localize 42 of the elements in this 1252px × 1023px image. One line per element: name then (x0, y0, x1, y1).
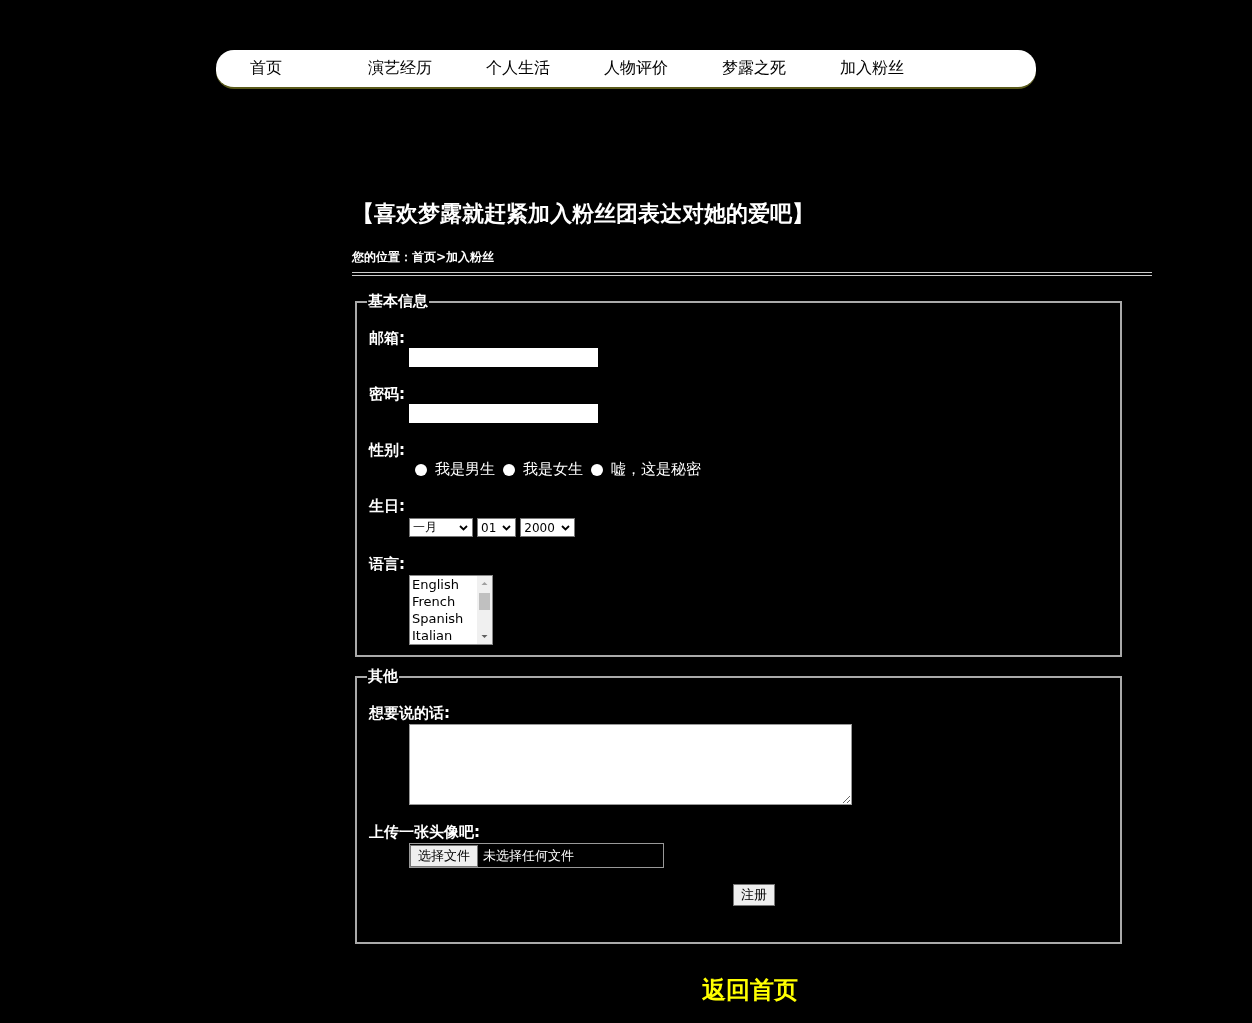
message-field[interactable] (409, 724, 852, 805)
nav-link[interactable]: 人物评价 (604, 58, 722, 79)
radio-label: 我是女生 (523, 460, 583, 479)
file-status: 未选择任何文件 (483, 846, 574, 865)
email-field[interactable] (409, 348, 598, 367)
field-label: 性别: (369, 441, 405, 460)
breadcrumb: 您的位置：首页>加入粉丝 (352, 249, 496, 266)
file-input[interactable]: 选择文件 未选择任何文件 (409, 843, 664, 868)
dropdown[interactable]: 一月 (409, 518, 473, 537)
language-listbox[interactable]: English French Spanish Italian (409, 575, 493, 645)
list-option[interactable]: English (412, 576, 475, 593)
dropdown[interactable]: 2000 (520, 518, 575, 537)
field-label: 上传一张头像吧: (369, 823, 480, 842)
field-label: 邮箱: (369, 329, 405, 348)
field-label: 密码: (369, 385, 405, 404)
nav-link[interactable]: 个人生活 (486, 58, 604, 79)
radio-button[interactable] (415, 463, 427, 476)
list-option[interactable]: Italian (412, 627, 475, 644)
page-title: 【喜欢梦露就赶紧加入粉丝团表达对她的爱吧】 (352, 199, 815, 228)
field-label: 生日: (369, 497, 405, 516)
list-option[interactable]: French (412, 593, 475, 610)
radio-label: 我是男生 (435, 460, 495, 479)
caret-icon (459, 524, 468, 531)
caret-icon (502, 524, 512, 531)
section-legend: 基本信息 (367, 292, 429, 311)
password-field[interactable] (409, 404, 598, 423)
dropdown[interactable]: 01 (477, 518, 517, 537)
nav-link[interactable]: 加入粉丝 (840, 58, 958, 79)
list-option[interactable]: Spanish (412, 610, 475, 627)
nav-link[interactable]: 首页 (250, 58, 368, 79)
caret-icon (560, 524, 570, 531)
radio-label: 嘘，这是秘密 (611, 460, 701, 479)
radio-button[interactable] (503, 463, 515, 476)
field-label: 语言: (369, 555, 405, 574)
section-legend: 其他 (367, 667, 399, 686)
nav-link[interactable]: 演艺经历 (368, 58, 486, 79)
nav-link[interactable]: 梦露之死 (722, 58, 840, 79)
field-label: 想要说的话: (369, 704, 450, 723)
back-home-link[interactable]: 返回首页 (702, 974, 798, 1006)
register-button[interactable]: 注册 (733, 884, 775, 906)
radio-button[interactable] (591, 463, 603, 476)
choose-file-button[interactable]: 选择文件 (410, 844, 478, 867)
